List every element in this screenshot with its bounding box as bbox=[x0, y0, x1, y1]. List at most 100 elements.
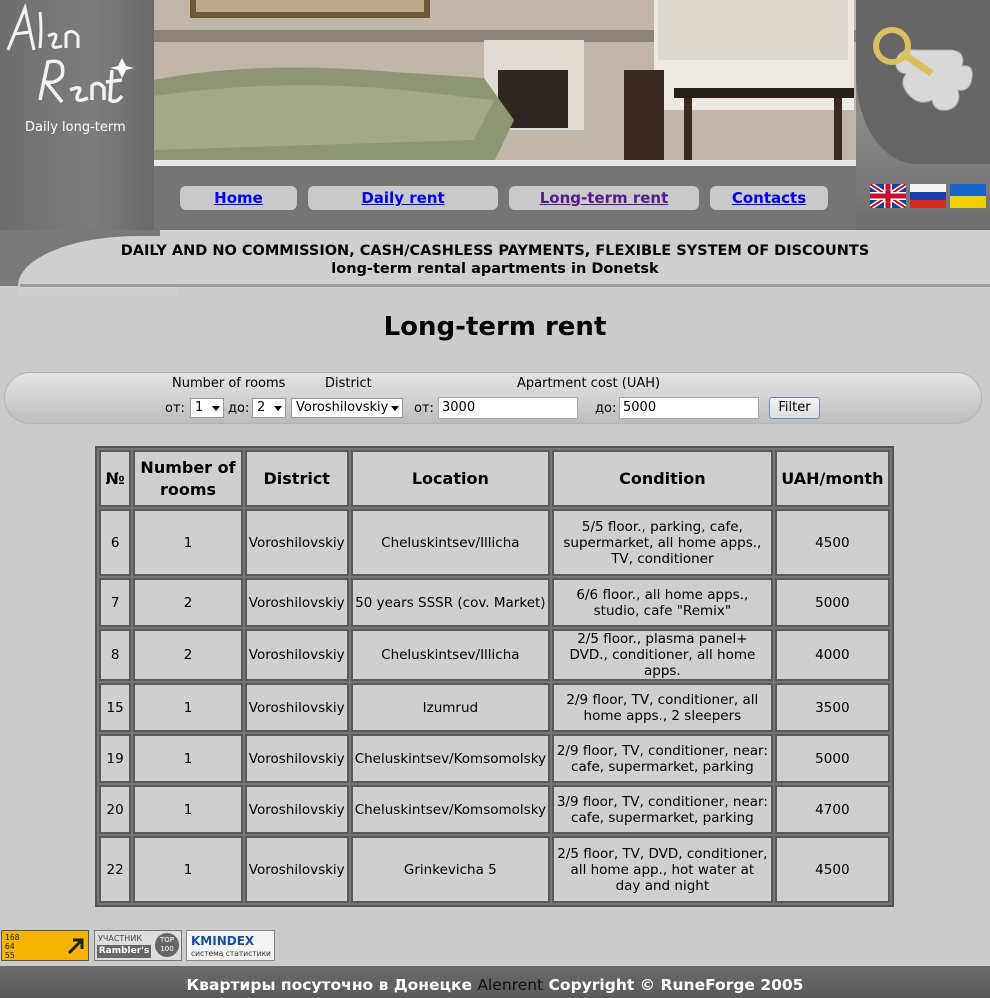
cell-price: 4700 bbox=[774, 785, 890, 834]
counter-line-2: 64 bbox=[5, 942, 15, 951]
cell-district: Voroshilovskiy bbox=[244, 578, 349, 627]
nav-contacts[interactable]: Contacts bbox=[710, 186, 828, 210]
col-header-condition: Condition bbox=[552, 450, 773, 507]
logo-panel: Daily long-term bbox=[0, 0, 154, 230]
table-row: 22 1 Voroshilovskiy Grinkevicha 5 2/5 fl… bbox=[99, 836, 890, 903]
cell-location: Izumrud bbox=[350, 683, 551, 732]
cell-district: Voroshilovskiy bbox=[244, 836, 349, 903]
counter-liveinternet[interactable]: 168 64 55 bbox=[1, 930, 89, 961]
footer-brand[interactable]: Alenrent bbox=[477, 976, 543, 994]
rambler-logo: Rambler's bbox=[97, 945, 151, 958]
col-header-district: District bbox=[244, 450, 349, 507]
cell-condition: 6/6 floor., all home apps., studio, cafe… bbox=[552, 578, 773, 627]
district-value: Voroshilovskiy bbox=[296, 400, 389, 415]
cost-to-label: до: bbox=[595, 401, 617, 416]
chevron-down-icon bbox=[391, 406, 399, 411]
cell-condition: 5/5 floor., parking, cafe, supermarket, … bbox=[552, 509, 773, 576]
chevron-down-icon bbox=[212, 406, 220, 411]
cost-to-input[interactable]: 5000 bbox=[619, 397, 759, 419]
rooms-to-value: 2 bbox=[257, 400, 266, 415]
nav-long-term-rent-link[interactable]: Long-term rent bbox=[540, 189, 669, 207]
col-header-location: Location bbox=[350, 450, 551, 507]
counter-kmindex[interactable]: KMINDEX система статистики bbox=[186, 930, 275, 961]
cell-location: Grinkevicha 5 bbox=[350, 836, 551, 903]
cell-location: Cheluskintsev/Illicha bbox=[350, 629, 551, 681]
arrow-icon bbox=[67, 938, 84, 955]
rooms-from-value: 1 bbox=[195, 400, 204, 415]
cell-location: Cheluskintsev/Illicha bbox=[350, 509, 551, 576]
counter-line-1: 168 bbox=[5, 933, 20, 942]
banner-shadow-line bbox=[20, 284, 990, 287]
cost-from-input[interactable]: 3000 bbox=[438, 397, 578, 419]
cost-from-label: от: bbox=[414, 401, 434, 416]
table-row: 7 2 Voroshilovskiy 50 years SSSR (cov. M… bbox=[99, 578, 890, 627]
table-row: 6 1 Voroshilovskiy Cheluskintsev/Illicha… bbox=[99, 509, 890, 576]
footer-text: Квартиры посуточно в Донецке bbox=[186, 976, 472, 994]
footer: Квартиры посуточно в Донецке Alenrent Co… bbox=[0, 966, 990, 998]
cell-price: 4500 bbox=[774, 509, 890, 576]
cell-number: 15 bbox=[99, 683, 132, 732]
counter-line-3: 55 bbox=[5, 951, 15, 960]
nav-home-link[interactable]: Home bbox=[214, 189, 263, 207]
logo-subtitle: Daily long-term bbox=[25, 120, 126, 135]
cell-number: 7 bbox=[99, 578, 132, 627]
cell-condition: 2/5 floor., plasma panel+ DVD., conditio… bbox=[552, 629, 773, 681]
kmindex-subtitle: система статистики bbox=[191, 949, 271, 958]
page-title: Long-term rent bbox=[383, 312, 607, 342]
cell-price: 5000 bbox=[774, 578, 890, 627]
cell-location: 50 years SSSR (cov. Market) bbox=[350, 578, 551, 627]
right-curve bbox=[856, 0, 990, 164]
banner-text: DAILY AND NO COMMISSION, CASH/CASHLESS P… bbox=[0, 242, 990, 278]
uk-flag-icon[interactable] bbox=[870, 184, 906, 208]
rooms-label: Number of rooms bbox=[172, 376, 286, 391]
alen-rent-logo bbox=[6, 2, 134, 104]
rambler-top100-badge: TOP 100 bbox=[155, 933, 179, 957]
nav-daily-rent-link[interactable]: Daily rent bbox=[361, 189, 444, 207]
cell-district: Voroshilovskiy bbox=[244, 509, 349, 576]
cell-rooms: 1 bbox=[133, 785, 243, 834]
interior-photo bbox=[154, 0, 856, 162]
cell-price: 3500 bbox=[774, 683, 890, 732]
footer-copyright: Copyright © RuneForge 2005 bbox=[548, 976, 804, 994]
cell-price: 4500 bbox=[774, 836, 890, 903]
key-puzzle-icon bbox=[873, 27, 973, 111]
counter-rambler[interactable]: УЧАСТНИК Rambler's TOP 100 bbox=[94, 930, 182, 961]
ukraine-flag-icon[interactable] bbox=[950, 184, 986, 208]
banner-line-1: DAILY AND NO COMMISSION, CASH/CASHLESS P… bbox=[120, 243, 870, 259]
table-row: 19 1 Voroshilovskiy Cheluskintsev/Komsom… bbox=[99, 734, 890, 783]
cell-price: 5000 bbox=[774, 734, 890, 783]
nav-daily-rent[interactable]: Daily rent bbox=[308, 186, 498, 210]
cell-number: 20 bbox=[99, 785, 132, 834]
nav-long-term-rent[interactable]: Long-term rent bbox=[509, 186, 699, 210]
district-label: District bbox=[325, 376, 372, 391]
cell-number: 8 bbox=[99, 629, 132, 681]
cost-label: Apartment cost (UAH) bbox=[517, 376, 661, 391]
filter-button[interactable]: Filter bbox=[769, 397, 820, 419]
chevron-down-icon bbox=[274, 406, 282, 411]
district-select[interactable]: Voroshilovskiy bbox=[291, 398, 403, 418]
col-header-number: № bbox=[99, 450, 132, 507]
cell-district: Voroshilovskiy bbox=[244, 785, 349, 834]
cell-location: Cheluskintsev/Komsomolsky bbox=[350, 785, 551, 834]
cell-condition: 2/9 floor, TV, conditioner, all home app… bbox=[552, 683, 773, 732]
cell-rooms: 1 bbox=[133, 836, 243, 903]
cell-district: Voroshilovskiy bbox=[244, 683, 349, 732]
header-photo bbox=[154, 0, 856, 162]
table-row: 8 2 Voroshilovskiy Cheluskintsev/Illicha… bbox=[99, 629, 890, 681]
kmindex-logo: KMINDEX bbox=[191, 934, 255, 948]
cell-rooms: 2 bbox=[133, 629, 243, 681]
cell-number: 19 bbox=[99, 734, 132, 783]
col-header-rooms: Number of rooms bbox=[133, 450, 243, 507]
cell-district: Voroshilovskiy bbox=[244, 629, 349, 681]
nav-home[interactable]: Home bbox=[180, 186, 297, 210]
cell-number: 22 bbox=[99, 836, 132, 903]
rooms-to-select[interactable]: 2 bbox=[252, 398, 286, 418]
cell-district: Voroshilovskiy bbox=[244, 734, 349, 783]
cell-location: Cheluskintsev/Komsomolsky bbox=[350, 734, 551, 783]
rooms-from-select[interactable]: 1 bbox=[190, 398, 224, 418]
listings-table: № Number of rooms District Location Cond… bbox=[95, 446, 894, 907]
russia-flag-icon[interactable] bbox=[910, 184, 946, 208]
rooms-from-label: от: bbox=[165, 401, 185, 416]
nav-contacts-link[interactable]: Contacts bbox=[732, 189, 806, 207]
cell-condition: 2/5 floor, TV, DVD, conditioner, all hom… bbox=[552, 836, 773, 903]
